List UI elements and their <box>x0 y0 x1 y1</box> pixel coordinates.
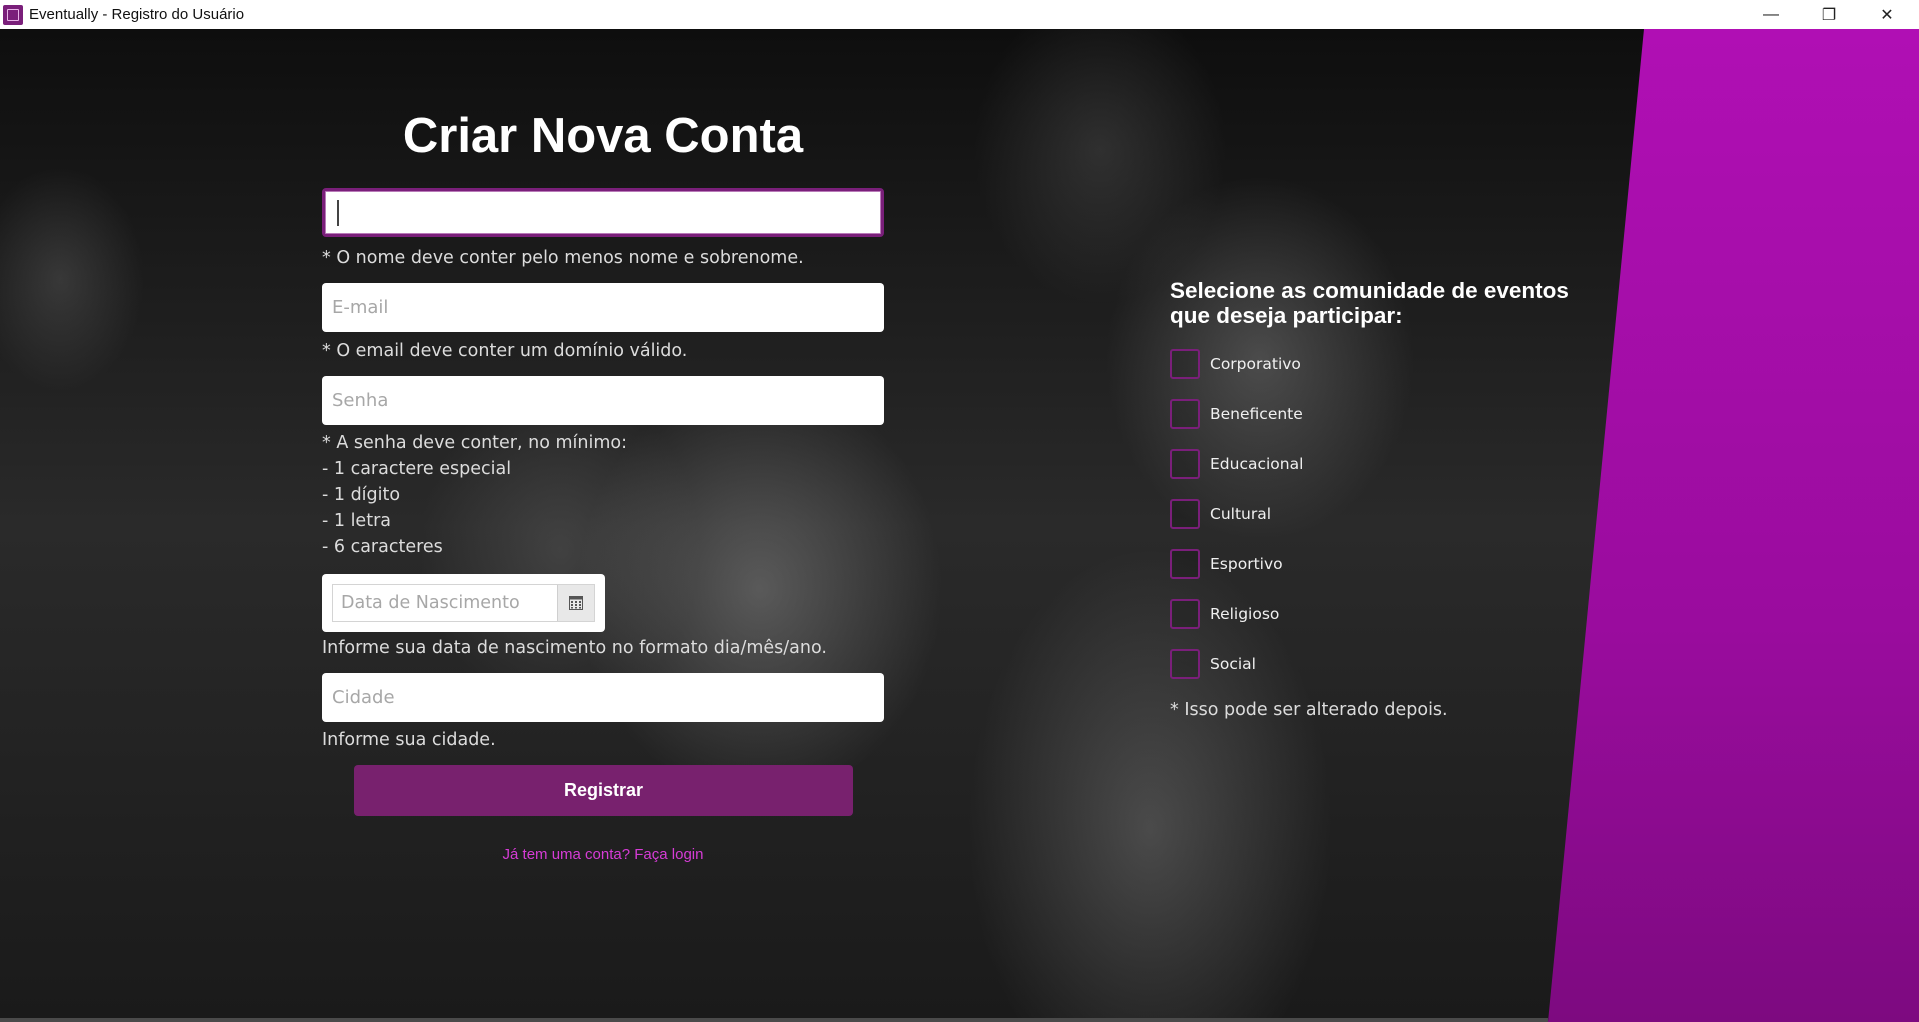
communities-note: * Isso pode ser alterado depois. <box>1170 700 1448 720</box>
password-hint-line: - 6 caracteres <box>322 537 443 557</box>
name-hint: * O nome deve conter pelo menos nome e s… <box>322 248 804 268</box>
bottom-border <box>0 1018 1548 1022</box>
checkbox[interactable] <box>1170 349 1200 379</box>
checkbox[interactable] <box>1170 599 1200 629</box>
close-button[interactable]: ✕ <box>1858 0 1916 29</box>
title-bar: Eventually - Registro do Usuário — ❐ ✕ <box>0 0 1919 29</box>
city-hint: Informe sua cidade. <box>322 730 496 750</box>
birthdate-hint: Informe sua data de nascimento no format… <box>322 638 827 658</box>
checkbox-label: Esportivo <box>1210 555 1283 573</box>
minimize-button[interactable]: — <box>1742 0 1800 29</box>
city-placeholder: Cidade <box>332 687 395 708</box>
email-hint: * O email deve conter um domínio válido. <box>322 341 688 361</box>
communities-title: Selecione as comunidade de eventos que d… <box>1170 278 1569 328</box>
password-hint-line: - 1 letra <box>322 511 391 531</box>
city-field[interactable]: Cidade <box>322 673 884 722</box>
checkbox-label: Religioso <box>1210 605 1280 623</box>
password-hint-line: - 1 dígito <box>322 485 401 505</box>
community-option-corporativo[interactable]: Corporativo <box>1170 349 1301 379</box>
password-hint-line: * A senha deve conter, no mínimo: <box>322 433 628 453</box>
community-option-beneficente[interactable]: Beneficente <box>1170 399 1303 429</box>
text-caret <box>337 199 339 226</box>
app-icon <box>3 4 23 25</box>
birthdate-field-frame: Data de Nascimento <box>332 584 595 622</box>
password-hints: * A senha deve conter, no mínimo: - 1 ca… <box>322 430 627 560</box>
checkbox[interactable] <box>1170 549 1200 579</box>
window-title: Eventually - Registro do Usuário <box>29 6 245 23</box>
calendar-button[interactable] <box>557 585 594 621</box>
calendar-icon <box>569 596 583 610</box>
community-option-social[interactable]: Social <box>1170 649 1256 679</box>
birthdate-input[interactable]: Data de Nascimento <box>333 585 557 621</box>
register-button[interactable]: Registrar <box>354 765 853 816</box>
checkbox-label: Cultural <box>1210 505 1272 523</box>
page-title: Criar Nova Conta <box>402 109 804 163</box>
password-hint-line: - 1 caractere especial <box>322 459 512 479</box>
password-placeholder: Senha <box>332 390 389 411</box>
community-option-educacional[interactable]: Educacional <box>1170 449 1303 479</box>
birthdate-picker: Data de Nascimento <box>322 574 605 632</box>
checkbox-label: Educacional <box>1210 455 1304 473</box>
restore-button[interactable]: ❐ <box>1800 0 1858 29</box>
email-field[interactable]: E-mail <box>322 283 884 332</box>
checkbox[interactable] <box>1170 399 1200 429</box>
checkbox-label: Beneficente <box>1210 405 1303 423</box>
checkbox-label: Social <box>1210 655 1256 673</box>
community-option-esportivo[interactable]: Esportivo <box>1170 549 1283 579</box>
email-placeholder: E-mail <box>332 297 389 318</box>
name-field[interactable] <box>322 188 884 237</box>
checkbox[interactable] <box>1170 499 1200 529</box>
community-option-religioso[interactable]: Religioso <box>1170 599 1279 629</box>
password-field[interactable]: Senha <box>322 376 884 425</box>
checkbox[interactable] <box>1170 649 1200 679</box>
community-option-cultural[interactable]: Cultural <box>1170 499 1271 529</box>
login-link[interactable]: Já tem uma conta? Faça login <box>322 846 884 863</box>
checkbox[interactable] <box>1170 449 1200 479</box>
checkbox-label: Corporativo <box>1210 355 1301 373</box>
